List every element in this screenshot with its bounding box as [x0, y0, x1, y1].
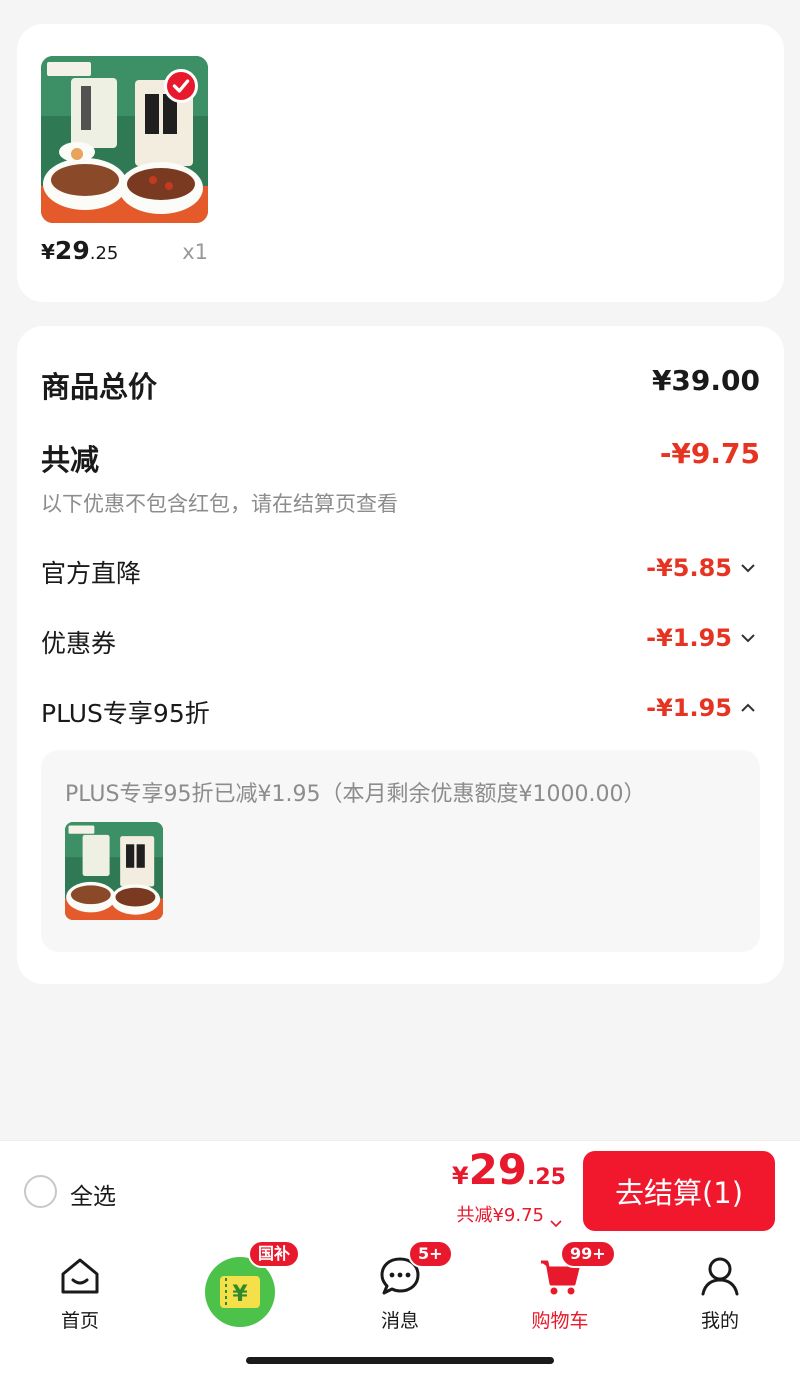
product-quantity: x1: [182, 240, 208, 264]
discount-label: 官方直降: [41, 559, 142, 588]
lotus-root-powder-product-image: [65, 822, 163, 920]
discount-row-coupon[interactable]: 优惠券 -¥1.95: [41, 624, 760, 660]
chevron-down-icon[interactable]: [740, 562, 756, 574]
total-price-value: ¥39.00: [651, 364, 760, 397]
total-decimal: .25: [527, 1165, 566, 1190]
checkout-total: ¥29.25: [452, 1145, 566, 1194]
check-icon[interactable]: [164, 69, 198, 103]
home-icon: [58, 1254, 102, 1298]
chevron-up-icon[interactable]: [740, 702, 756, 714]
tab-cart[interactable]: 99+ 购物车: [480, 1240, 640, 1342]
price-integer: 29: [54, 236, 90, 265]
tab-subsidy[interactable]: ¥ 国补: [160, 1240, 320, 1342]
tab-label: 我的: [700, 1310, 739, 1332]
plus-detail-text: PLUS专享95折已减¥1.95（本月剩余优惠额度¥1000.00）: [65, 782, 646, 807]
tab-label: 首页: [60, 1310, 99, 1332]
price-decimal: .25: [89, 243, 119, 264]
total-price-label: 商品总价: [41, 370, 158, 404]
total-price-row: 商品总价 ¥39.00: [41, 364, 760, 404]
product-price: ¥29.25: [41, 236, 118, 265]
discount-label: PLUS专享95折: [41, 699, 210, 728]
discount-row-plus[interactable]: PLUS专享95折 -¥1.95: [41, 694, 760, 730]
select-all-label: 全选: [70, 1184, 116, 1210]
home-indicator: [246, 1357, 554, 1364]
product-mini-thumbnail: [65, 822, 163, 920]
total-integer: 29: [468, 1145, 528, 1194]
cart-badge: 99+: [560, 1240, 616, 1268]
price-summary-card: 商品总价 ¥39.00 共减 -¥9.75 以下优惠不包含红包，请在结算页查看 …: [17, 326, 784, 984]
profile-icon: [698, 1254, 742, 1298]
select-all-radio[interactable]: [24, 1175, 57, 1208]
product-card: ¥29.25 x1: [17, 24, 784, 302]
discount-hint: 以下优惠不包含红包，请在结算页查看: [41, 492, 398, 516]
svg-text:¥: ¥: [232, 1282, 248, 1307]
chevron-down-icon[interactable]: [740, 632, 756, 644]
tab-messages[interactable]: 5+ 消息: [320, 1240, 480, 1342]
total-reduce-value: -¥9.75: [659, 437, 760, 470]
checkout-button[interactable]: 去结算(1): [583, 1151, 775, 1231]
chevron-down-icon: [550, 1212, 562, 1227]
discount-label: 优惠券: [41, 629, 117, 658]
subsidy-badge: 国补: [248, 1240, 301, 1268]
price-symbol: ¥: [41, 240, 55, 264]
tab-home[interactable]: 首页: [0, 1242, 160, 1342]
product-price-row: ¥29.25 x1: [41, 236, 208, 276]
checkout-reduce-text: 共减¥9.75: [456, 1205, 544, 1226]
checkout-bar: 全选 ¥29.25 共减¥9.75 去结算(1): [0, 1140, 800, 1242]
total-reduce-label: 共减: [41, 443, 100, 477]
checkout-reduce-toggle[interactable]: 共减¥9.75: [456, 1201, 562, 1227]
total-symbol: ¥: [451, 1162, 469, 1190]
discount-row-official[interactable]: 官方直降 -¥5.85: [41, 554, 760, 590]
plus-discount-detail: PLUS专享95折已减¥1.95（本月剩余优惠额度¥1000.00）: [41, 750, 760, 952]
tab-label: 消息: [380, 1310, 419, 1332]
tab-profile[interactable]: 我的: [640, 1242, 800, 1342]
tab-label: 购物车: [531, 1310, 589, 1332]
message-badge: 5+: [408, 1240, 453, 1268]
total-reduce-row: 共减 -¥9.75: [41, 437, 760, 477]
